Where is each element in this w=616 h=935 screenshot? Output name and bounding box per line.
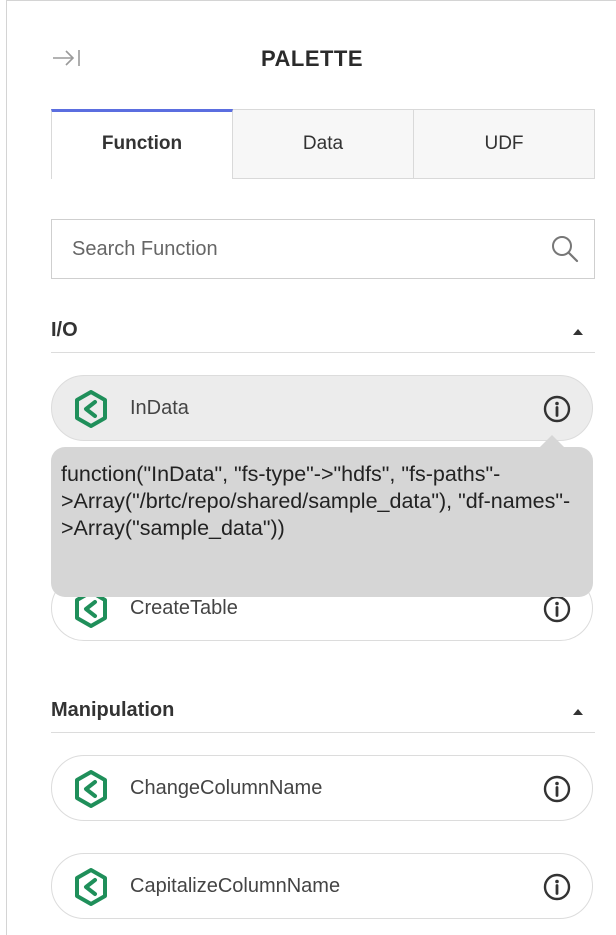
gear-icon (75, 770, 107, 808)
palette-title: PALETTE (260, 46, 364, 71)
function-item-label: InData (130, 397, 189, 419)
palette-tabs: Function Data UDF (51, 109, 595, 179)
section-io-header[interactable]: I/O (51, 313, 595, 353)
gear-icon (75, 868, 107, 906)
function-item-indata[interactable]: InData (51, 375, 593, 441)
section-io-label: I/O (51, 319, 78, 341)
tab-function[interactable]: Function (51, 109, 233, 179)
info-icon[interactable] (542, 394, 572, 424)
info-icon[interactable] (542, 594, 572, 624)
function-item-label: CreateTable (130, 597, 238, 619)
section-manipulation-header[interactable]: Manipulation (51, 693, 595, 733)
info-icon[interactable] (542, 872, 572, 902)
search-icon[interactable] (550, 234, 580, 264)
search-box (51, 219, 595, 279)
function-item-label: CapitalizeColumnName (130, 875, 341, 897)
function-item-label: ChangeColumnName (130, 777, 323, 799)
tab-data[interactable]: Data (233, 109, 414, 179)
info-icon[interactable] (542, 774, 572, 804)
tab-udf[interactable]: UDF (414, 109, 595, 179)
collapse-right-icon[interactable] (51, 47, 83, 69)
caret-up-icon[interactable] (573, 329, 583, 335)
function-item-capitalizecolumnname[interactable]: CapitalizeColumnName (51, 853, 593, 919)
function-tooltip: function("InData", "fs-type"->"hdfs", "f… (51, 447, 593, 597)
palette-panel: PALETTE Function Data UDF I/O InData (6, 0, 616, 935)
gear-icon (75, 390, 107, 428)
function-item-changecolumnname[interactable]: ChangeColumnName (51, 755, 593, 821)
search-input[interactable] (52, 220, 512, 278)
caret-up-icon[interactable] (573, 709, 583, 715)
section-manipulation-label: Manipulation (51, 699, 175, 721)
